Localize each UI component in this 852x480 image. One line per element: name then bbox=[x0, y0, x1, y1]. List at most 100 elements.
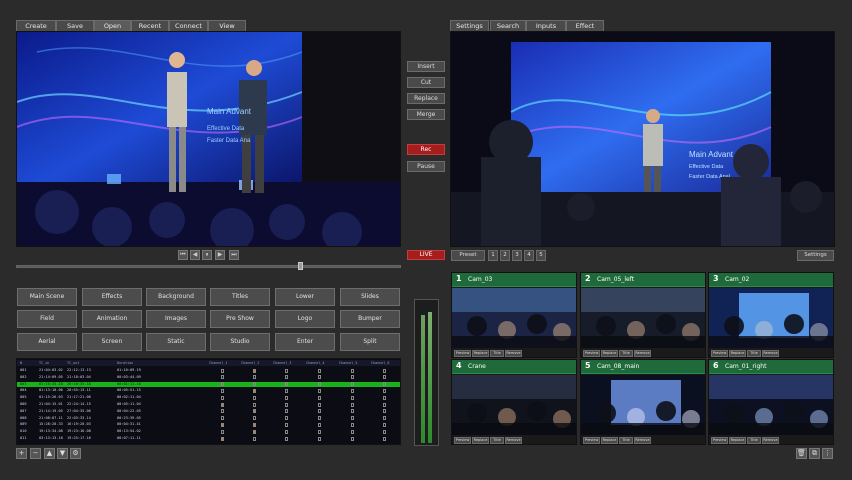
channel-marker[interactable] bbox=[318, 402, 321, 407]
effect-static-button[interactable]: Static bbox=[146, 333, 206, 351]
minus-icon[interactable]: − bbox=[30, 448, 41, 459]
scrub-bar[interactable] bbox=[16, 265, 401, 268]
channel-marker[interactable] bbox=[253, 382, 256, 387]
camera-remove-button[interactable]: Remove bbox=[505, 350, 522, 357]
channel-marker[interactable] bbox=[221, 422, 224, 427]
effect-field-button[interactable]: Field bbox=[17, 310, 77, 328]
camera-tile[interactable]: 1 Cam_03 Preview Replace Title Remove bbox=[451, 272, 577, 358]
pause-button[interactable]: Pause bbox=[407, 161, 445, 172]
more-icon[interactable]: ⋮ bbox=[822, 448, 833, 459]
effect-pre-show-button[interactable]: Pre Show bbox=[210, 310, 270, 328]
scrub-handle[interactable] bbox=[298, 262, 303, 270]
camera-preview-button[interactable]: Preview bbox=[583, 350, 600, 357]
channel-marker[interactable] bbox=[318, 429, 321, 434]
channel-marker[interactable] bbox=[253, 402, 256, 407]
channel-marker[interactable] bbox=[221, 375, 224, 380]
channel-marker[interactable] bbox=[383, 422, 386, 427]
channel-marker[interactable] bbox=[318, 395, 321, 400]
effect-main-scene-button[interactable]: Main Scene bbox=[17, 288, 77, 306]
channel-marker[interactable] bbox=[351, 429, 354, 434]
preset-4-button[interactable]: 4 bbox=[524, 250, 534, 261]
table-row[interactable]: 009 15:28:20.33 16:19:20.03 00:04:31.41 bbox=[17, 422, 400, 427]
preset-5-button[interactable]: 5 bbox=[536, 250, 546, 261]
skip-back-icon[interactable]: ⏮ bbox=[178, 250, 188, 260]
channel-marker[interactable] bbox=[221, 368, 224, 373]
channel-marker[interactable] bbox=[351, 409, 354, 414]
camera-tile[interactable]: 6 Cam_01_right Preview Replace Title Remove bbox=[708, 359, 834, 445]
cut-button[interactable]: Cut bbox=[407, 77, 445, 88]
camera-preview-button[interactable]: Preview bbox=[454, 437, 471, 444]
channel-marker[interactable] bbox=[253, 416, 256, 421]
channel-marker[interactable] bbox=[221, 409, 224, 414]
table-row[interactable]: 011 03:13:13.18 19:25:17.16 00:07:11.11 bbox=[17, 436, 400, 441]
channel-marker[interactable] bbox=[253, 429, 256, 434]
chevron-up-icon[interactable]: ▲ bbox=[44, 448, 55, 459]
channel-marker[interactable] bbox=[285, 395, 288, 400]
channel-marker[interactable] bbox=[221, 382, 224, 387]
effect-animation-button[interactable]: Animation bbox=[82, 310, 142, 328]
camera-remove-button[interactable]: Remove bbox=[505, 437, 522, 444]
channel-marker[interactable] bbox=[221, 388, 224, 393]
step-forward-icon[interactable]: ▶ bbox=[215, 250, 225, 260]
camera-remove-button[interactable]: Remove bbox=[762, 350, 779, 357]
camera-replace-button[interactable]: Replace bbox=[601, 437, 618, 444]
channel-marker[interactable] bbox=[285, 409, 288, 414]
play-pause-icon[interactable]: ⏸ bbox=[202, 250, 212, 260]
effect-images-button[interactable]: Images bbox=[146, 310, 206, 328]
channel-marker[interactable] bbox=[318, 368, 321, 373]
channel-marker[interactable] bbox=[383, 375, 386, 380]
table-row[interactable]: 010 19:13:34.08 19:23:16.08 00:13:54.02 bbox=[17, 429, 400, 434]
camera-title-button[interactable]: Title bbox=[619, 350, 633, 357]
effect-background-button[interactable]: Background bbox=[146, 288, 206, 306]
skip-forward-icon[interactable]: ⏭ bbox=[229, 250, 239, 260]
channel-marker[interactable] bbox=[318, 416, 321, 421]
copy-icon[interactable]: ⧉ bbox=[809, 448, 820, 459]
effect-lower-button[interactable]: Lower bbox=[275, 288, 335, 306]
channel-marker[interactable] bbox=[285, 382, 288, 387]
channel-marker[interactable] bbox=[285, 375, 288, 380]
camera-remove-button[interactable]: Remove bbox=[634, 437, 651, 444]
channel-marker[interactable] bbox=[383, 368, 386, 373]
camera-title-button[interactable]: Title bbox=[747, 437, 761, 444]
camera-replace-button[interactable]: Replace bbox=[729, 437, 746, 444]
table-row[interactable]: 001 21:04:03.02 22:12:13.13 01:10:09.19 bbox=[17, 368, 400, 373]
effect-slides-button[interactable]: Slides bbox=[340, 288, 400, 306]
table-row[interactable]: 003 01:10:35.18 20:10:35.18 00:01:11.10 bbox=[17, 381, 400, 387]
channel-marker[interactable] bbox=[383, 429, 386, 434]
camera-remove-button[interactable]: Remove bbox=[762, 437, 779, 444]
channel-marker[interactable] bbox=[318, 382, 321, 387]
trash-icon[interactable]: 🗑 bbox=[796, 448, 807, 459]
channel-marker[interactable] bbox=[285, 402, 288, 407]
channel-marker[interactable] bbox=[221, 395, 224, 400]
camera-title-button[interactable]: Title bbox=[490, 350, 504, 357]
channel-marker[interactable] bbox=[351, 422, 354, 427]
channel-marker[interactable] bbox=[253, 368, 256, 373]
channel-marker[interactable] bbox=[383, 388, 386, 393]
channel-marker[interactable] bbox=[253, 395, 256, 400]
channel-marker[interactable] bbox=[285, 436, 288, 441]
channel-marker[interactable] bbox=[221, 429, 224, 434]
camera-title-button[interactable]: Title bbox=[619, 437, 633, 444]
camera-remove-button[interactable]: Remove bbox=[634, 350, 651, 357]
gear-icon[interactable]: ⚙ bbox=[70, 448, 81, 459]
channel-marker[interactable] bbox=[285, 429, 288, 434]
channel-marker[interactable] bbox=[285, 388, 288, 393]
camera-tile[interactable]: 2 Cam_05_left Preview Replace Title Remove bbox=[580, 272, 706, 358]
channel-marker[interactable] bbox=[383, 382, 386, 387]
channel-marker[interactable] bbox=[351, 395, 354, 400]
camera-preview-button[interactable]: Preview bbox=[454, 350, 471, 357]
effect-enter-button[interactable]: Enter bbox=[275, 333, 335, 351]
preset-2-button[interactable]: 2 bbox=[500, 250, 510, 261]
preset-3-button[interactable]: 3 bbox=[512, 250, 522, 261]
camera-replace-button[interactable]: Replace bbox=[472, 437, 489, 444]
channel-marker[interactable] bbox=[253, 436, 256, 441]
channel-marker[interactable] bbox=[318, 436, 321, 441]
plus-icon[interactable]: + bbox=[16, 448, 27, 459]
channel-marker[interactable] bbox=[383, 395, 386, 400]
camera-tile[interactable]: 3 Cam_02 Preview Replace Title Remove bbox=[708, 272, 834, 358]
channel-marker[interactable] bbox=[383, 402, 386, 407]
rec-button[interactable]: Rec bbox=[407, 144, 445, 155]
channel-marker[interactable] bbox=[253, 388, 256, 393]
channel-marker[interactable] bbox=[383, 409, 386, 414]
channel-marker[interactable] bbox=[253, 422, 256, 427]
